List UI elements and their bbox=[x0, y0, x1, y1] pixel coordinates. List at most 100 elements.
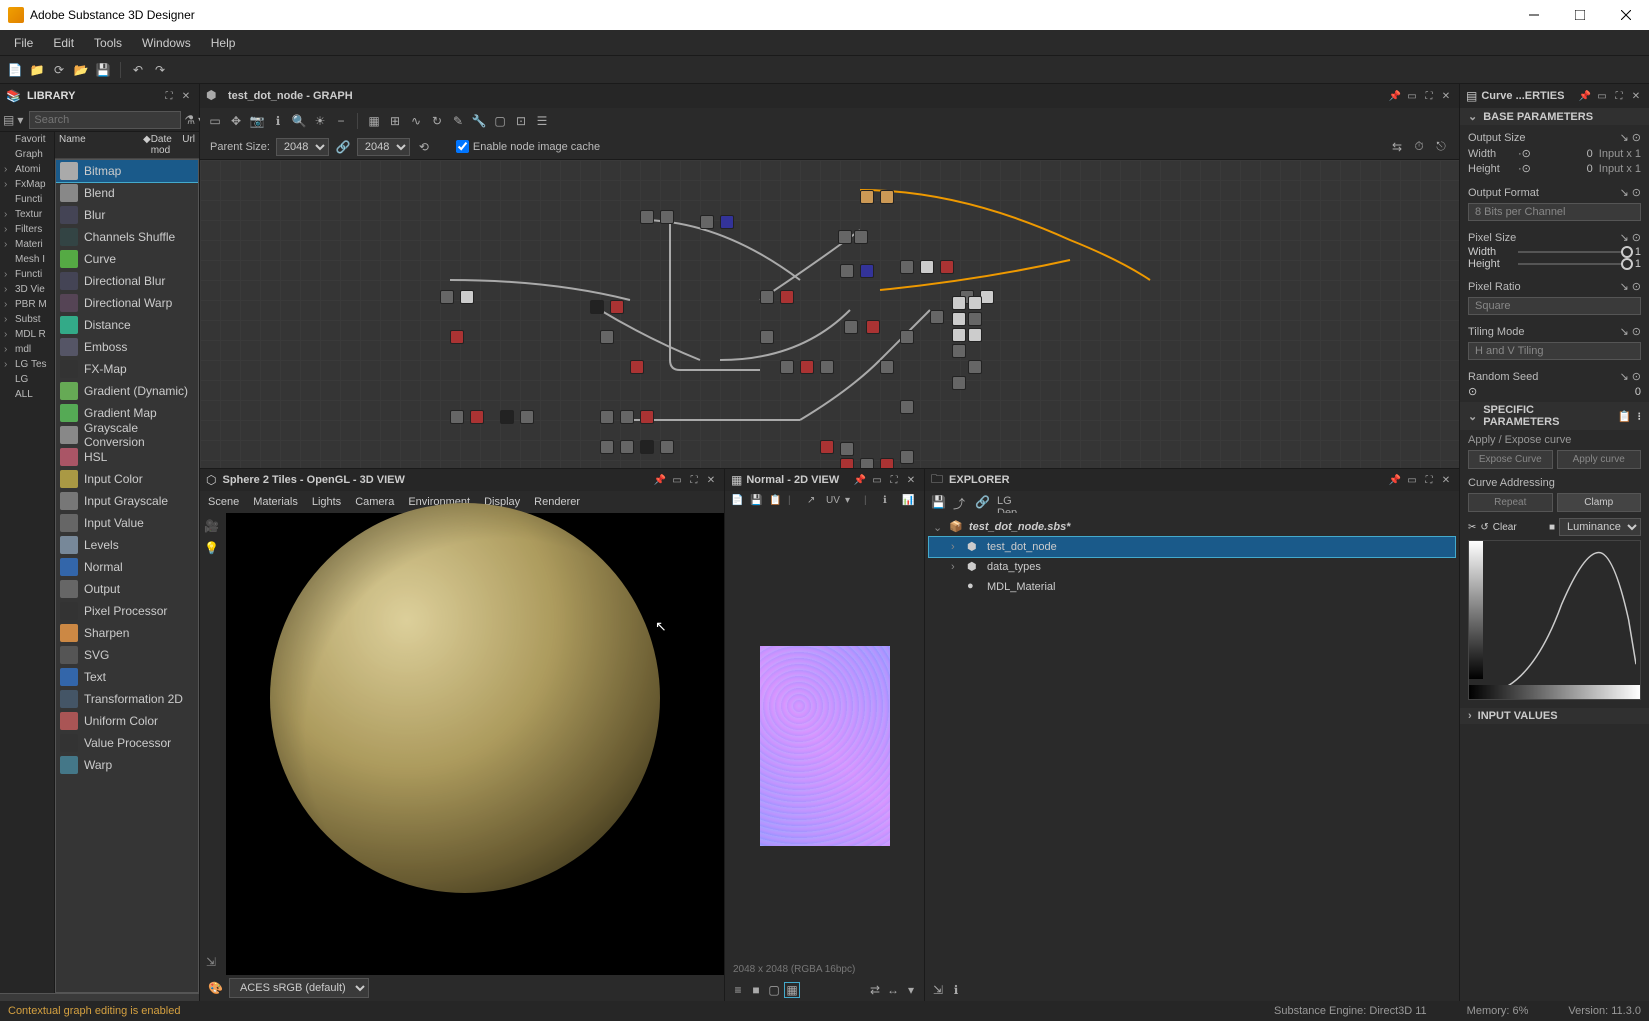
v3d-menu-scene[interactable]: Scene bbox=[208, 496, 239, 508]
explorer-item[interactable]: ●MDL_Material bbox=[929, 577, 1455, 597]
maximize-button[interactable] bbox=[1557, 0, 1603, 30]
sq1-icon[interactable]: ■ bbox=[749, 983, 763, 997]
library-list-item[interactable]: SVG bbox=[56, 644, 198, 666]
pin-icon[interactable]: 📌 bbox=[853, 473, 867, 487]
ratio-field[interactable]: Square bbox=[1468, 297, 1641, 315]
max-icon[interactable]: ⛶ bbox=[1422, 473, 1436, 487]
tool-icon[interactable]: ✎ bbox=[449, 113, 467, 129]
close-icon[interactable]: ✕ bbox=[704, 473, 718, 487]
reset-icon[interactable]: ⟲ bbox=[416, 139, 432, 155]
sq3-icon[interactable]: ▦ bbox=[785, 983, 799, 997]
library-list-item[interactable]: Emboss bbox=[56, 336, 198, 358]
library-tree-item[interactable]: Functi bbox=[0, 192, 54, 207]
perf-icon[interactable]: ⏱ bbox=[1411, 139, 1427, 155]
view3d-viewport[interactable]: 🎥 💡 ↖ ⇲ bbox=[200, 513, 724, 975]
max-icon[interactable]: ⛶ bbox=[687, 473, 701, 487]
copy-icon[interactable]: 📋 bbox=[769, 495, 783, 509]
copy-icon[interactable]: 📋 bbox=[1618, 410, 1632, 423]
library-list-item[interactable]: Value Processor bbox=[56, 732, 198, 754]
curve-icon[interactable]: ∿ bbox=[407, 113, 425, 129]
snap-icon[interactable]: ⊡ bbox=[512, 113, 530, 129]
dropdown-icon[interactable]: ▾ bbox=[17, 112, 23, 128]
library-list-item[interactable]: Input Color bbox=[56, 468, 198, 490]
library-tree-item[interactable]: ›Atomi bbox=[0, 162, 54, 177]
library-tree-item[interactable]: LG bbox=[0, 372, 54, 387]
export-icon[interactable]: ⤴ bbox=[953, 495, 969, 509]
max-icon[interactable]: ⛶ bbox=[1612, 89, 1626, 103]
library-tree-item[interactable]: ›mdl bbox=[0, 342, 54, 357]
sq2-icon[interactable]: ▢ bbox=[767, 983, 781, 997]
frame-icon[interactable]: ▢ bbox=[491, 113, 509, 129]
flow-icon[interactable]: ⎋ bbox=[1433, 139, 1449, 155]
library-list-item[interactable]: Directional Blur bbox=[56, 270, 198, 292]
graph-canvas[interactable] bbox=[200, 160, 1459, 468]
camera-icon[interactable]: 📷 bbox=[248, 113, 266, 129]
library-list-item[interactable]: Bitmap bbox=[56, 160, 198, 182]
save-icon[interactable]: 💾 bbox=[750, 495, 764, 509]
depmgr-link[interactable]: LG Dep Mgr bbox=[997, 495, 1013, 509]
redo-icon[interactable]: ↷ bbox=[151, 61, 169, 79]
library-tree-item[interactable]: ›LG Tes bbox=[0, 357, 54, 372]
library-list-item[interactable]: Normal bbox=[56, 556, 198, 578]
parent-size-select-2[interactable]: 2048 bbox=[357, 138, 410, 156]
link-icon[interactable]: 🔗 bbox=[335, 139, 351, 155]
pin-icon[interactable]: 📌 bbox=[1578, 89, 1592, 103]
v3d-menu-materials[interactable]: Materials bbox=[253, 496, 298, 508]
minus-icon[interactable]: − bbox=[332, 113, 350, 129]
min-icon[interactable]: ▭ bbox=[670, 473, 684, 487]
library-tree-item[interactable]: ›Functi bbox=[0, 267, 54, 282]
max-icon[interactable]: ⛶ bbox=[1422, 89, 1436, 103]
clear-button[interactable]: Clear bbox=[1493, 522, 1517, 533]
explorer-item[interactable]: ›⬢data_types bbox=[929, 557, 1455, 577]
stretch-icon[interactable]: ↔ bbox=[886, 983, 900, 997]
library-list-item[interactable]: HSL bbox=[56, 446, 198, 468]
format-field[interactable]: 8 Bits per Channel bbox=[1468, 203, 1641, 221]
filter2-icon[interactable]: ⚗ bbox=[184, 112, 195, 128]
library-tree-item[interactable]: ›Materi bbox=[0, 237, 54, 252]
pin-icon[interactable]: 📌 bbox=[653, 473, 667, 487]
library-tree-item[interactable]: Mesh I bbox=[0, 252, 54, 267]
library-list-item[interactable]: Output bbox=[56, 578, 198, 600]
library-tree-item[interactable]: ›FxMap bbox=[0, 177, 54, 192]
menu-edit[interactable]: Edit bbox=[43, 32, 84, 54]
library-list-item[interactable]: Channels Shuffle bbox=[56, 226, 198, 248]
v3d-menu-camera[interactable]: Camera bbox=[355, 496, 394, 508]
apply-curve-button[interactable]: Apply curve bbox=[1557, 450, 1642, 469]
library-search-input[interactable] bbox=[29, 111, 181, 129]
open-icon[interactable]: 📁 bbox=[28, 61, 46, 79]
link-icon[interactable]: ↘ bbox=[1620, 131, 1629, 144]
min-icon[interactable]: ▭ bbox=[1405, 473, 1419, 487]
library-list-item[interactable]: Distance bbox=[56, 314, 198, 336]
doc-icon[interactable]: 📄 bbox=[731, 495, 745, 509]
min-icon[interactable]: ▭ bbox=[870, 473, 884, 487]
v3d-menu-renderer[interactable]: Renderer bbox=[534, 496, 580, 508]
library-tree-item[interactable]: ›Filters bbox=[0, 222, 54, 237]
highlight-icon[interactable]: ☀ bbox=[311, 113, 329, 129]
undo-icon[interactable]: ↶ bbox=[129, 61, 147, 79]
save-icon[interactable]: 💾 bbox=[931, 495, 947, 509]
menu-file[interactable]: File bbox=[4, 32, 43, 54]
share-icon[interactable]: ↗ bbox=[807, 495, 821, 509]
repeat-button[interactable]: Repeat bbox=[1468, 493, 1553, 512]
library-list-item[interactable]: Uniform Color bbox=[56, 710, 198, 732]
info2-icon[interactable]: ℹ bbox=[949, 983, 963, 997]
refresh-icon[interactable]: ⟳ bbox=[50, 61, 68, 79]
library-list-item[interactable]: Blur bbox=[56, 204, 198, 226]
library-tree-item[interactable]: ALL bbox=[0, 387, 54, 402]
collapse-icon[interactable]: ⇲ bbox=[931, 983, 945, 997]
library-tree[interactable]: FavoritGraph›Atomi›FxMapFuncti›Textur›Fi… bbox=[0, 132, 55, 993]
wrench-icon[interactable]: 🔧 bbox=[470, 113, 488, 129]
library-tree-item[interactable]: Favorit bbox=[0, 132, 54, 147]
library-list-item[interactable]: Input Grayscale bbox=[56, 490, 198, 512]
minimize-button[interactable] bbox=[1511, 0, 1557, 30]
library-list-item[interactable]: FX-Map bbox=[56, 358, 198, 380]
explorer-tree[interactable]: ⌄📦test_dot_node.sbs*›⬢test_dot_node›⬢dat… bbox=[925, 513, 1459, 979]
expose-curve-button[interactable]: Expose Curve bbox=[1468, 450, 1553, 469]
layers-icon[interactable]: ≡ bbox=[731, 983, 745, 997]
cam-icon[interactable]: 🎥 bbox=[204, 519, 220, 535]
specific-params-header[interactable]: SPECIFIC PARAMETERS bbox=[1483, 404, 1606, 428]
library-tree-item[interactable]: ›Subst bbox=[0, 312, 54, 327]
close-icon[interactable]: ✕ bbox=[1439, 473, 1453, 487]
histogram-icon[interactable]: 📊 bbox=[902, 495, 916, 509]
max-icon[interactable]: ⛶ bbox=[887, 473, 901, 487]
